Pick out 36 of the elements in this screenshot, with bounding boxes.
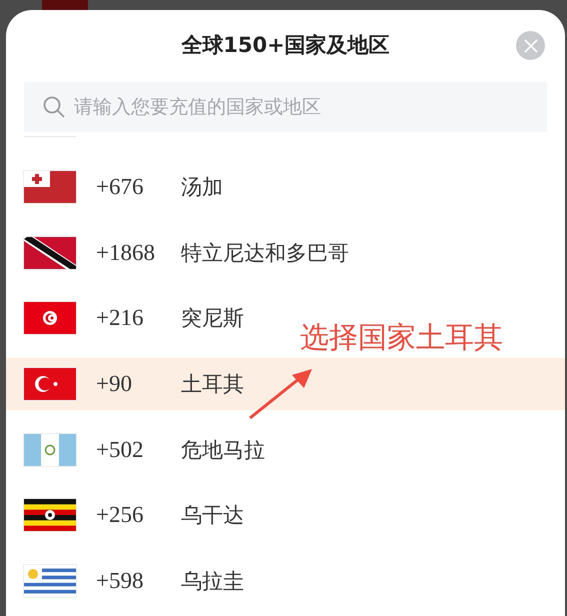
flag-icon: [24, 368, 76, 400]
country-name: 乌干达: [181, 502, 244, 530]
country-name: 危地马拉: [181, 436, 265, 464]
search-icon: [42, 95, 66, 119]
flag-icon: [24, 171, 76, 203]
country-name: 土耳其: [181, 371, 244, 398]
dial-code: +216: [96, 305, 144, 332]
annotation-text: 选择国家土耳其: [300, 319, 503, 356]
dial-code: +90: [96, 371, 133, 398]
sheet-title: 全球150+国家及地区: [181, 32, 390, 59]
dial-code: +256: [96, 502, 144, 528]
country-name: 乌拉圭: [181, 568, 244, 596]
dial-code: +1868: [96, 240, 156, 266]
flag-icon: [24, 434, 76, 466]
country-name: 突尼斯: [181, 305, 244, 332]
country-row[interactable]: +1868 特立尼达和多巴哥: [6, 226, 357, 279]
search-field[interactable]: 请输入您要充值的国家或地区: [24, 82, 547, 132]
country-row[interactable]: +598 乌拉圭: [6, 555, 252, 608]
country-name: 特立尼达和多巴哥: [181, 240, 349, 267]
dial-code: +502: [96, 436, 144, 463]
flag-icon: [24, 302, 76, 334]
country-row[interactable]: +502 危地马拉: [6, 424, 273, 476]
country-row[interactable]: +216 突尼斯: [6, 292, 252, 344]
country-row[interactable]: +256 乌干达: [6, 489, 252, 542]
flag-icon: [24, 565, 76, 598]
flag-icon: [42, 0, 88, 10]
country-name: 汤加: [181, 174, 223, 201]
dial-code: +676: [96, 174, 144, 200]
close-button[interactable]: [516, 31, 545, 60]
dial-code: +598: [96, 568, 144, 594]
country-row[interactable]: +90 土耳其: [6, 358, 565, 410]
arrow-icon: [248, 368, 314, 420]
flag-icon: [24, 236, 76, 269]
close-icon: [524, 38, 538, 52]
flag-icon: [24, 499, 76, 532]
country-row[interactable]: +676 汤加: [6, 161, 231, 213]
